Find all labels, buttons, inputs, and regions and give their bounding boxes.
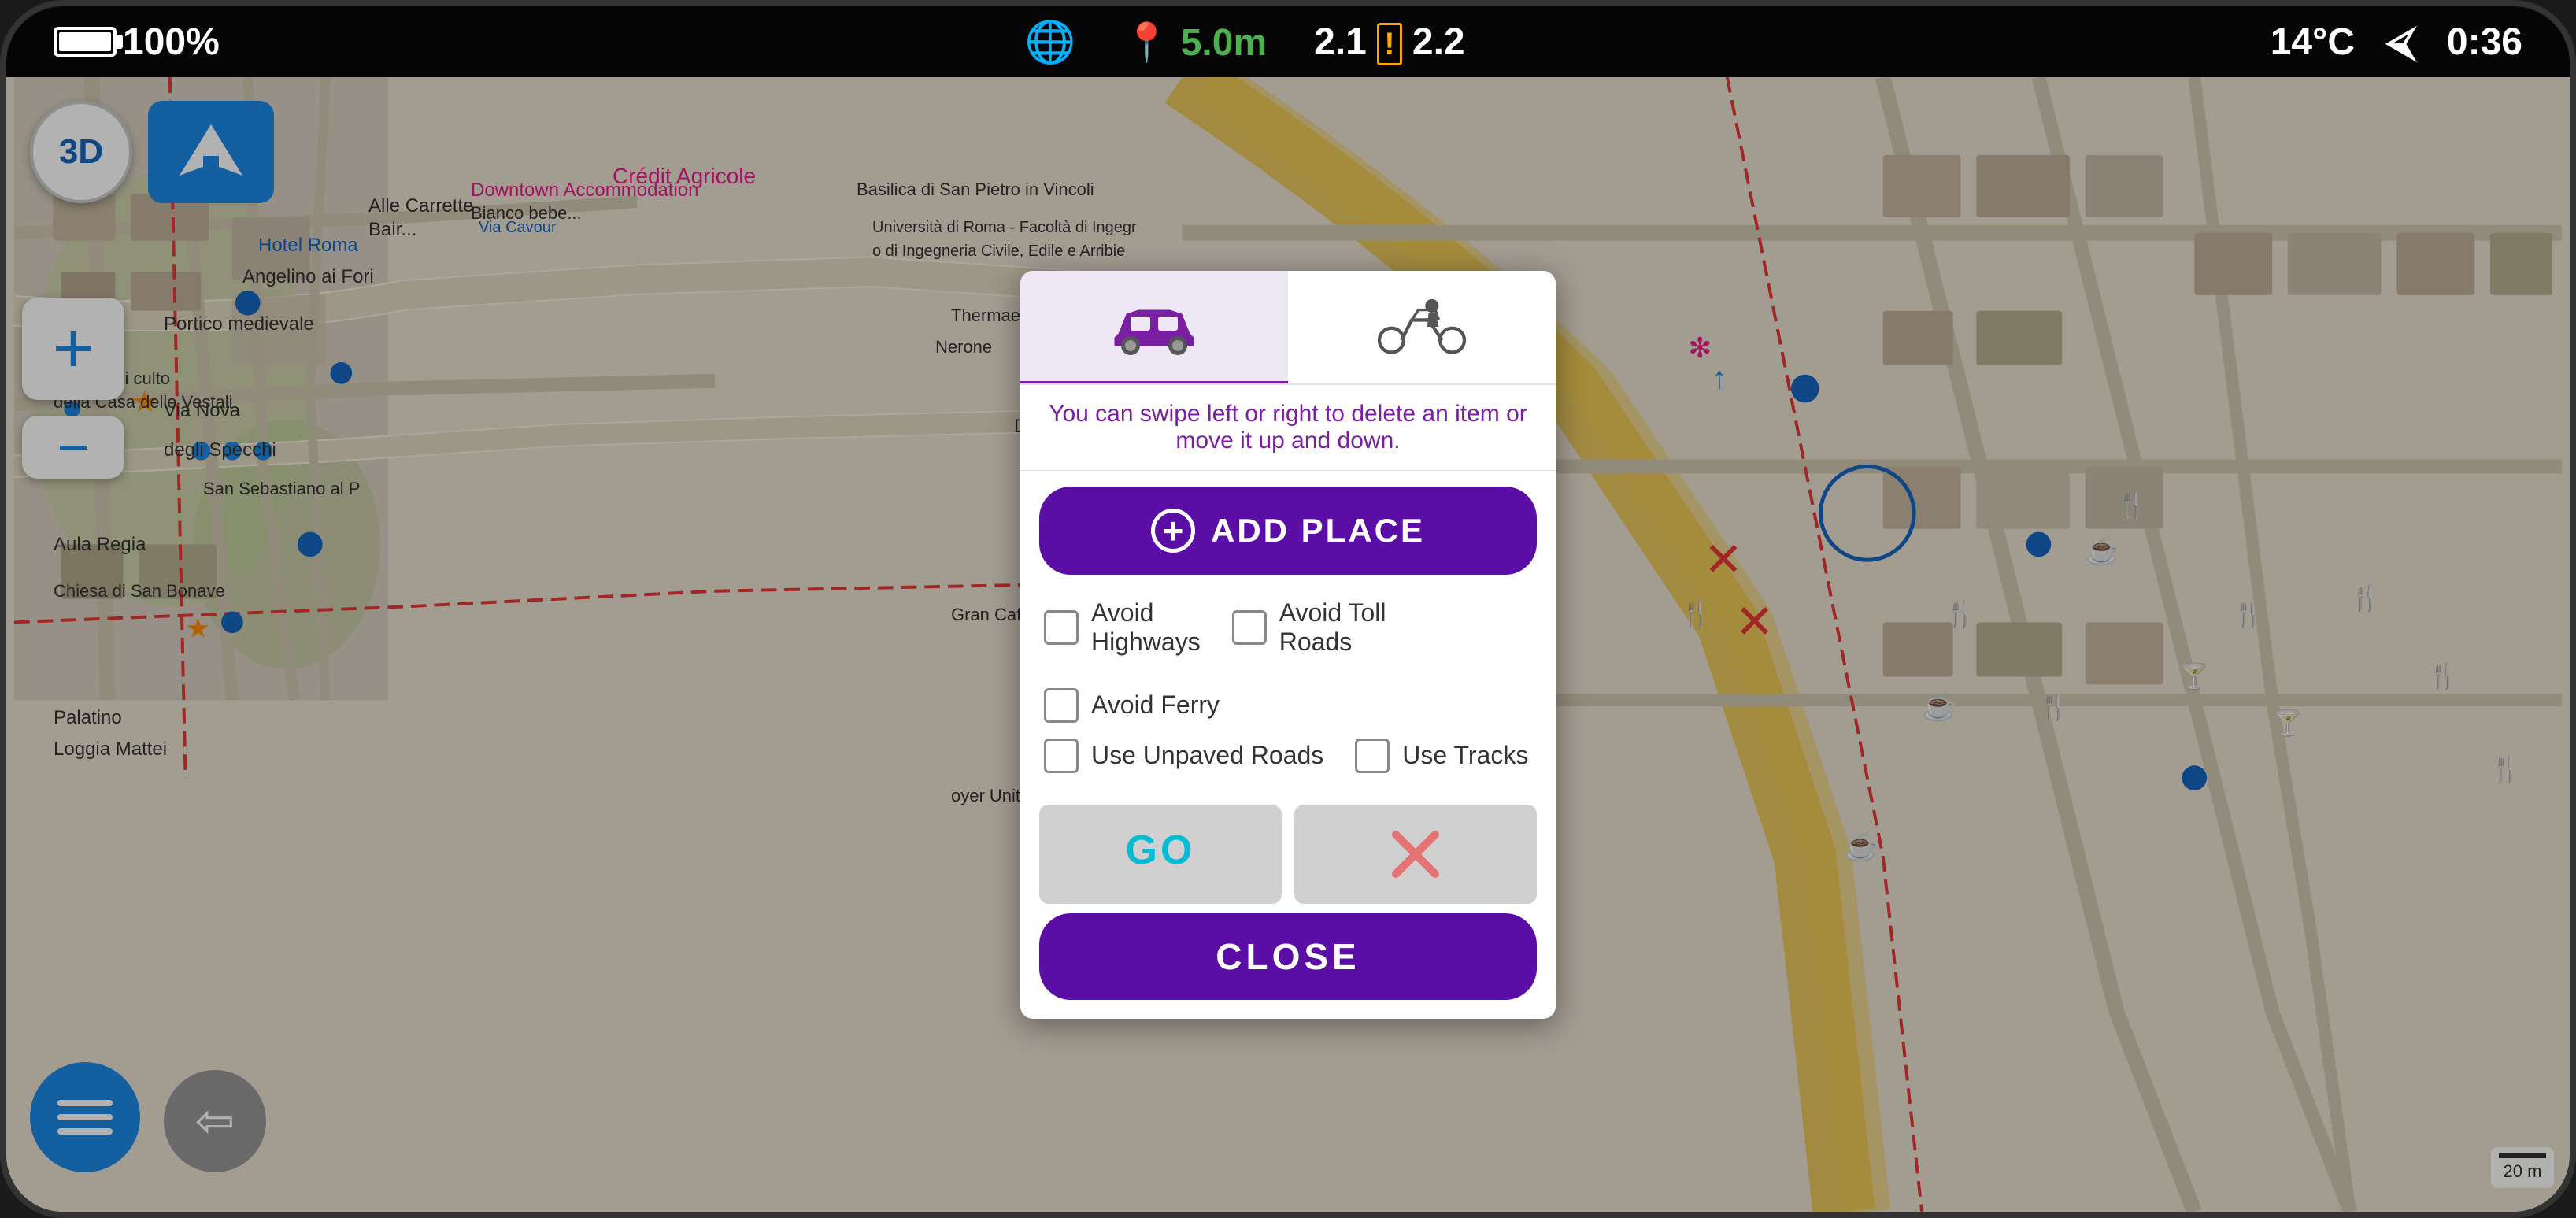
unpaved-roads-option[interactable]: Use Unpaved Roads — [1044, 739, 1323, 773]
avoid-ferry-label: Avoid Ferry — [1091, 690, 1220, 720]
battery-icon: 100% — [54, 20, 220, 64]
avoid-ferry-option[interactable]: Avoid Ferry — [1044, 688, 1220, 723]
use-tracks-label: Use Tracks — [1402, 741, 1528, 770]
unpaved-roads-checkbox[interactable] — [1044, 739, 1079, 773]
bluetooth-icon: ⮘ — [2386, 18, 2415, 66]
unpaved-roads-label: Use Unpaved Roads — [1091, 741, 1323, 770]
gps-indicator: 📍 5.0m — [1123, 20, 1268, 65]
avoid-highways-checkbox[interactable] — [1044, 610, 1079, 645]
routing-options: AvoidHighways Avoid TollRoads Avoid Ferr… — [1020, 590, 1556, 797]
temperature-display: 14°C — [2271, 20, 2355, 64]
use-tracks-option[interactable]: Use Tracks — [1355, 739, 1528, 773]
avoid-ferry-checkbox[interactable] — [1044, 688, 1079, 723]
globe-icon: 🌐 — [1025, 18, 1076, 66]
routing-modal: You can swipe left or right to delete an… — [1020, 271, 1556, 1019]
avoid-toll-option[interactable]: Avoid TollRoads — [1232, 598, 1386, 657]
checkbox-row-2: Use Unpaved Roads Use Tracks — [1044, 739, 1532, 773]
add-place-label: ADD PLACE — [1211, 512, 1425, 550]
car-icon — [1107, 294, 1201, 357]
avoid-toll-label: Avoid TollRoads — [1279, 598, 1386, 657]
phone-frame: 100% 🌐 📍 5.0m 2.1 ! 2.2 14°C ⮘ 0:36 — [0, 0, 2576, 1218]
battery-body — [54, 27, 117, 57]
swipe-hint: You can swipe left or right to delete an… — [1020, 385, 1556, 471]
use-tracks-checkbox[interactable] — [1355, 739, 1390, 773]
bike-mode-tab[interactable] — [1288, 271, 1556, 383]
status-bar: 100% 🌐 📍 5.0m 2.1 ! 2.2 14°C ⮘ 0:36 — [6, 6, 2570, 77]
status-left: 100% — [54, 20, 220, 64]
cancel-icon — [1388, 827, 1443, 882]
avoid-toll-checkbox[interactable] — [1232, 610, 1267, 645]
motorbike-icon — [1375, 295, 1469, 358]
car-mode-tab[interactable] — [1020, 271, 1288, 383]
add-place-button[interactable]: + ADD PLACE — [1039, 487, 1537, 575]
cancel-button[interactable] — [1294, 805, 1537, 904]
action-buttons-row: GO — [1039, 805, 1537, 904]
go-button[interactable]: GO — [1039, 805, 1282, 904]
transport-mode-tabs — [1020, 271, 1556, 385]
battery-percent: 100% — [123, 20, 220, 64]
time-display: 0:36 — [2447, 20, 2522, 64]
add-place-icon: + — [1151, 509, 1195, 553]
checkbox-row-1: AvoidHighways Avoid TollRoads Avoid Ferr… — [1044, 598, 1532, 723]
battery-fill — [59, 32, 111, 51]
status-center: 🌐 📍 5.0m 2.1 ! 2.2 — [1025, 18, 1465, 66]
status-right: 14°C ⮘ 0:36 — [2271, 18, 2522, 66]
map-background: ★ ★ ✕ ✕ ☕ ☕ ☕ 🍴 🍴 🍴 🍴 🍴 🍴 🍴 🍴 ↑ ✻ — [6, 77, 2570, 1212]
speed-display: 2.1 ! 2.2 — [1314, 20, 1464, 64]
avoid-highways-label: AvoidHighways — [1091, 598, 1201, 657]
close-button[interactable]: CLOSE — [1039, 913, 1537, 1000]
avoid-highways-option[interactable]: AvoidHighways — [1044, 598, 1201, 657]
